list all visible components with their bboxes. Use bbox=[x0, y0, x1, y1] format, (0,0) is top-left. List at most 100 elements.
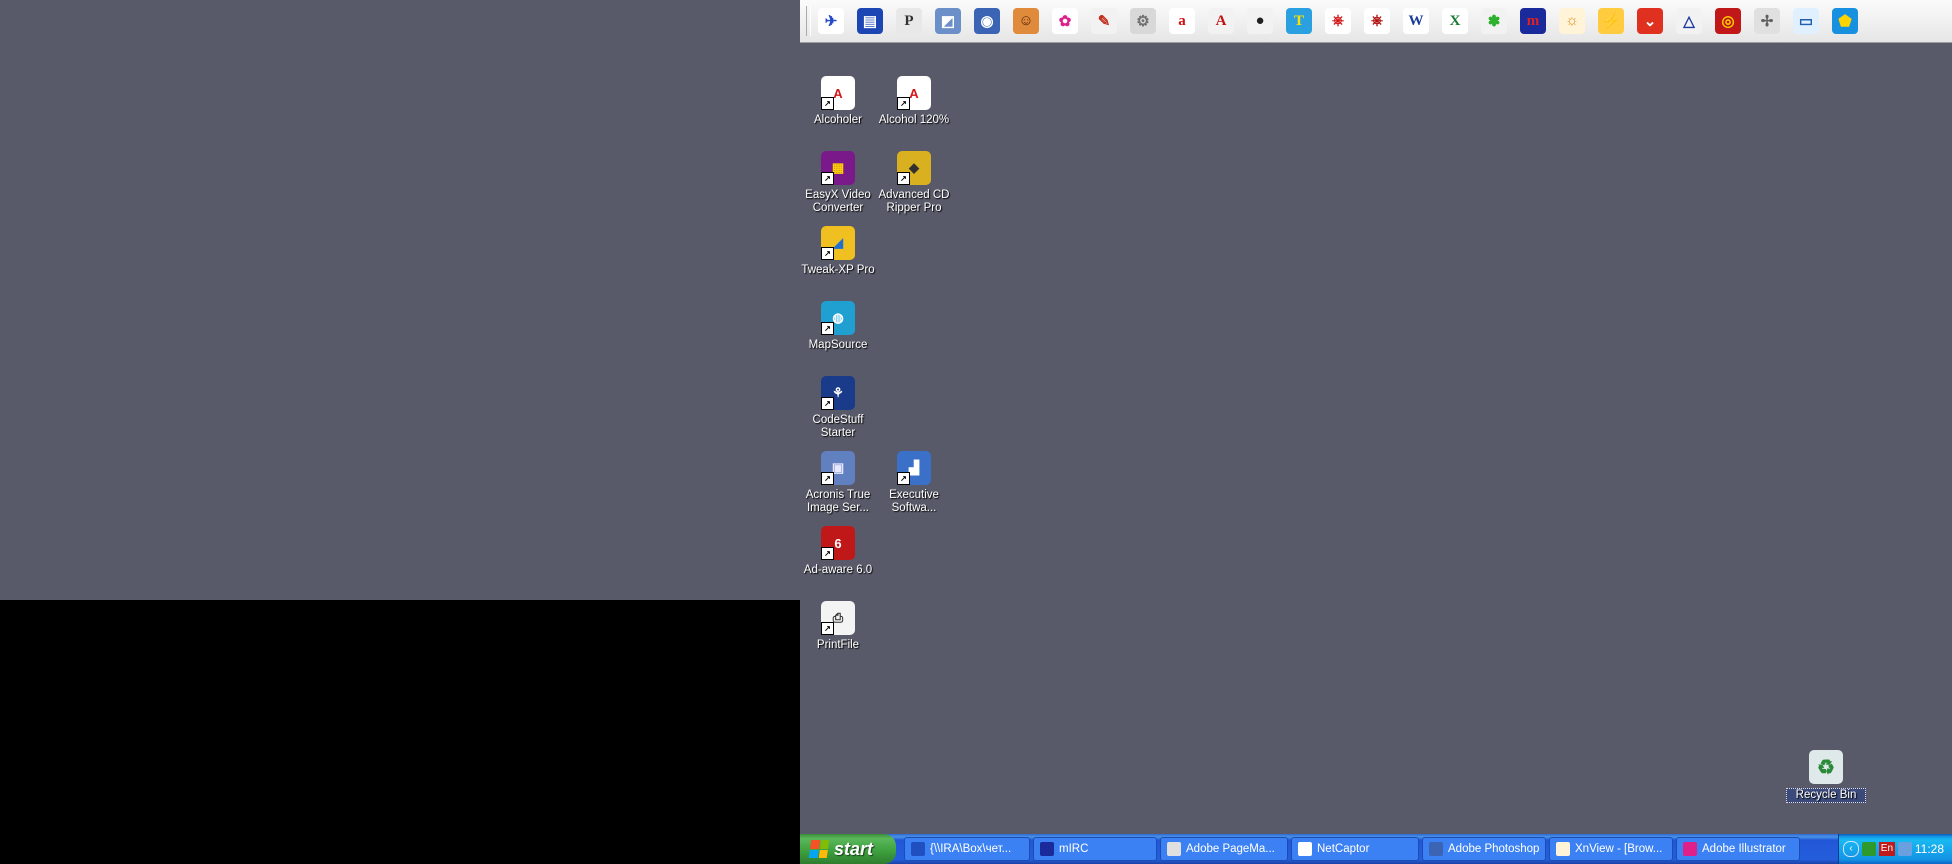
task-label: Adobe Illustrator bbox=[1702, 843, 1786, 855]
xnview-icon bbox=[1556, 842, 1570, 856]
quicklaunch-burn-disc-button[interactable]: ◎ bbox=[1713, 5, 1743, 37]
image-editor-icon: ◩ bbox=[935, 8, 961, 34]
quicklaunch-lightning-button[interactable]: ⚡ bbox=[1596, 5, 1626, 37]
show-hidden-icons-chevron-icon[interactable]: ‹ bbox=[1843, 841, 1859, 857]
toolbar-grip[interactable] bbox=[806, 6, 811, 36]
icq-icon: ✽ bbox=[1481, 8, 1507, 34]
task-illustrator[interactable]: Adobe Illustrator bbox=[1676, 837, 1800, 861]
film-icon: ▤ bbox=[857, 8, 883, 34]
shortcut-arrow-icon: ↗ bbox=[821, 547, 834, 560]
quicklaunch-acrobat-button[interactable]: A bbox=[1206, 5, 1236, 37]
quicklaunch-brush-button[interactable]: ✎ bbox=[1089, 5, 1119, 37]
quicklaunch-adobe-a-button[interactable]: a bbox=[1167, 5, 1197, 37]
xnview-icon: ☼ bbox=[1559, 8, 1585, 34]
task-label: {\\IRA\Box\чет... bbox=[930, 843, 1012, 855]
quicklaunch-xnview-button[interactable]: ☼ bbox=[1557, 5, 1587, 37]
desktop-shortcut-tweak-xp-pro[interactable]: ◢ ↗ Tweak-XP Pro bbox=[798, 226, 878, 277]
task-netcaptor[interactable]: NetCaptor bbox=[1291, 837, 1419, 861]
printfile-icon: ⎙ ↗ bbox=[821, 601, 855, 635]
quicklaunch-excel-button[interactable]: X bbox=[1440, 5, 1470, 37]
desktop-shortcut-label: Tweak-XP Pro bbox=[801, 264, 875, 276]
quicklaunch-pdf-button[interactable]: ⎈ bbox=[1323, 5, 1353, 37]
grey-tool-icon: ⚙ bbox=[1130, 8, 1156, 34]
desktop-shortcut-ad-aware[interactable]: 6 ↗ Ad-aware 6.0 bbox=[798, 526, 878, 577]
brush-icon: ✎ bbox=[1091, 8, 1117, 34]
pagemaker-icon: P bbox=[896, 8, 922, 34]
task-photoshop[interactable]: Adobe Photoshop bbox=[1422, 837, 1546, 861]
quicklaunch-bubbles-button[interactable]: ● bbox=[1245, 5, 1275, 37]
quicklaunch-portrait-button[interactable]: ☺ bbox=[1011, 5, 1041, 37]
netcaptor-icon: ✈ bbox=[818, 8, 844, 34]
box-folder-icon bbox=[911, 842, 925, 856]
windows-logo-icon bbox=[808, 840, 830, 858]
shortcut-arrow-icon: ↗ bbox=[897, 97, 910, 110]
task-pagemaker[interactable]: Adobe PageMa... bbox=[1160, 837, 1288, 861]
icon-glyph: ◆ bbox=[909, 160, 919, 175]
quicklaunch-film-button[interactable]: ▤ bbox=[855, 5, 885, 37]
language-indicator[interactable]: En bbox=[1878, 842, 1895, 856]
quicklaunch-photoshop-button[interactable]: ◉ bbox=[972, 5, 1002, 37]
quicklaunch-shield-button[interactable]: ⌄ bbox=[1635, 5, 1665, 37]
shortcut-arrow-icon: ↗ bbox=[821, 322, 834, 335]
quicklaunch-netcaptor-button[interactable]: ✈ bbox=[816, 5, 846, 37]
desktop-shortcut-alcoholer[interactable]: A ↗ Alcoholer bbox=[798, 76, 878, 127]
quicklaunch-triangle-button[interactable]: △ bbox=[1674, 5, 1704, 37]
alcohol-120-icon: A ↗ bbox=[897, 76, 931, 110]
task-box-folder[interactable]: {\\IRA\Box\чет... bbox=[904, 837, 1030, 861]
icon-glyph: ◢ bbox=[833, 235, 843, 250]
shortcut-arrow-icon: ↗ bbox=[821, 97, 834, 110]
quicklaunch-gem-button[interactable]: ⬟ bbox=[1830, 5, 1860, 37]
task-mirc[interactable]: mIRC bbox=[1033, 837, 1157, 861]
shield-icon: ⌄ bbox=[1637, 8, 1663, 34]
monitor-icon[interactable] bbox=[1897, 842, 1912, 856]
desktop-shortcut-label: PrintFile bbox=[816, 639, 860, 651]
scanner-icon: ▭ bbox=[1793, 8, 1819, 34]
netcaptor-icon bbox=[1298, 842, 1312, 856]
quicklaunch-word-button[interactable]: W bbox=[1401, 5, 1431, 37]
task-xnview[interactable]: XnView - [Brow... bbox=[1549, 837, 1673, 861]
mapsource-icon: ◍ ↗ bbox=[821, 301, 855, 335]
quicklaunch-pdf-writer-button[interactable]: ⎈ bbox=[1362, 5, 1392, 37]
shortcut-arrow-icon: ↗ bbox=[897, 472, 910, 485]
executive-software-icon: ▟ ↗ bbox=[897, 451, 931, 485]
desktop-shortcut-advanced-cd-ripper[interactable]: ◆ ↗ Advanced CD Ripper Pro bbox=[874, 151, 954, 215]
desktop-shortcut-mapsource[interactable]: ◍ ↗ MapSource bbox=[798, 301, 878, 352]
recycle-bin[interactable]: ♻ Recycle Bin bbox=[1786, 750, 1866, 803]
desktop-shortcut-label: EasyX Video Converter bbox=[805, 189, 871, 214]
desktop-shortcut-label: Alcohol 120% bbox=[878, 114, 950, 126]
shortcut-arrow-icon: ↗ bbox=[821, 472, 834, 485]
bubbles-icon: ● bbox=[1247, 8, 1273, 34]
quicklaunch-scanner-button[interactable]: ▭ bbox=[1791, 5, 1821, 37]
quicklaunch-mirc-button[interactable]: m bbox=[1518, 5, 1548, 37]
desktop-shortcut-acronis-true-image[interactable]: ▣ ↗ Acronis True Image Ser... bbox=[798, 451, 878, 515]
desktop-shortcut-executive-software[interactable]: ▟ ↗ Executive Softwa... bbox=[874, 451, 954, 515]
lightning-icon: ⚡ bbox=[1598, 8, 1624, 34]
quicklaunch-flower-button[interactable]: ✿ bbox=[1050, 5, 1080, 37]
quicklaunch-image-editor-button[interactable]: ◩ bbox=[933, 5, 963, 37]
quicklaunch-icq-button[interactable]: ✽ bbox=[1479, 5, 1509, 37]
illustrator-icon bbox=[1683, 842, 1697, 856]
quicklaunch-typography-button[interactable]: T bbox=[1284, 5, 1314, 37]
desktop-shortcut-label: CodeStuff Starter bbox=[812, 414, 864, 439]
quicklaunch-fan-button[interactable]: ✢ bbox=[1752, 5, 1782, 37]
fan-icon: ✢ bbox=[1754, 8, 1780, 34]
quicklaunch-pagemaker-button[interactable]: P bbox=[894, 5, 924, 37]
quicklaunch-grey-tool-button[interactable]: ⚙ bbox=[1128, 5, 1158, 37]
network-icon[interactable] bbox=[1861, 842, 1876, 856]
desktop-shortcut-easyx-video-converter[interactable]: ▦ ↗ EasyX Video Converter bbox=[798, 151, 878, 215]
desktop-background bbox=[800, 0, 1952, 864]
shortcut-arrow-icon: ↗ bbox=[821, 397, 834, 410]
icon-glyph: ▟ bbox=[909, 460, 919, 475]
word-icon: W bbox=[1403, 8, 1429, 34]
start-label: start bbox=[834, 838, 874, 859]
desktop-shortcut-label: Advanced CD Ripper Pro bbox=[878, 189, 950, 214]
excel-icon: X bbox=[1442, 8, 1468, 34]
desktop-shortcut-printfile[interactable]: ⎙ ↗ PrintFile bbox=[798, 601, 878, 652]
easyx-video-converter-icon: ▦ ↗ bbox=[821, 151, 855, 185]
start-button[interactable]: start bbox=[800, 834, 896, 864]
desktop-shortcut-label: Alcoholer bbox=[814, 114, 862, 126]
task-label: mIRC bbox=[1059, 843, 1089, 855]
clock[interactable]: 11:28 bbox=[1915, 842, 1952, 856]
desktop-shortcut-alcohol-120[interactable]: A ↗ Alcohol 120% bbox=[874, 76, 954, 127]
desktop-shortcut-codestuff-starter[interactable]: ⚘ ↗ CodeStuff Starter bbox=[798, 376, 878, 440]
